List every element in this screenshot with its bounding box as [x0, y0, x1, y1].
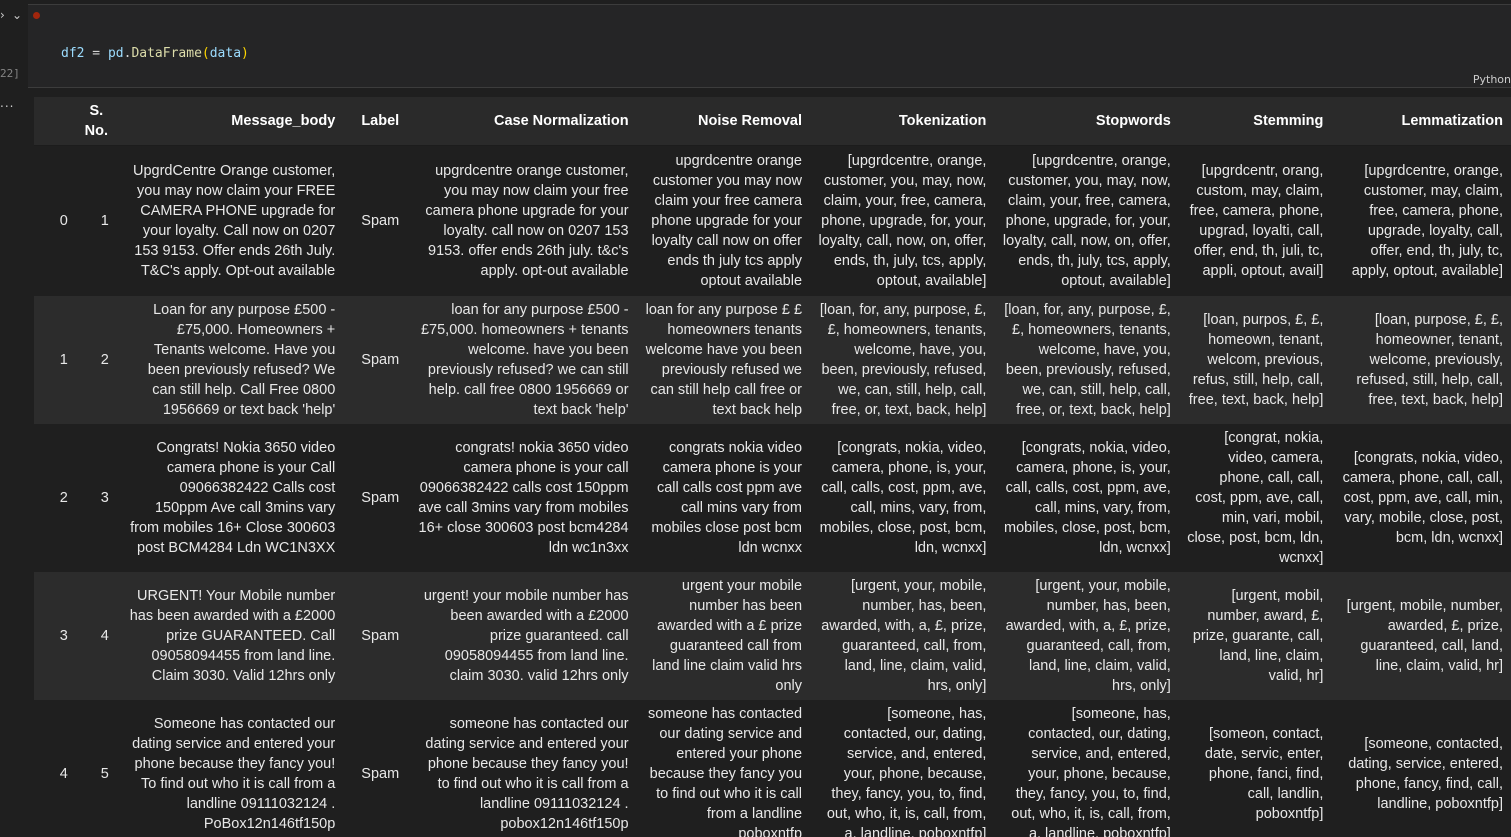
cell-label: Spam	[343, 145, 408, 296]
cell-message-body: Someone has contacted our dating service…	[116, 699, 344, 837]
cell-lemmatization: [loan, purpose, £, £, homeowner, tenant,…	[1331, 295, 1511, 424]
cell-label: Spam	[343, 571, 408, 700]
cell-stopwords: [upgrdcentre, orange, customer, you, may…	[994, 145, 1179, 296]
row-index: 1	[34, 295, 76, 424]
cell-tokenization: [loan, for, any, purpose, £, £, homeowne…	[810, 295, 995, 424]
cell-stopwords: [loan, for, any, purpose, £, £, homeowne…	[994, 295, 1179, 424]
cell-sno: 4	[75, 571, 117, 700]
cell-stemming: [congrat, nokia, video, camera, phone, c…	[1178, 423, 1332, 572]
code-line: df2 = pd.DataFrame(data)	[61, 46, 249, 61]
table-row: 1 2 Loan for any purpose £500 - £75,000.…	[34, 295, 1511, 424]
cell-case-normalization: someone has contacted our dating service…	[407, 699, 637, 837]
row-index: 0	[34, 145, 76, 296]
cell-label: Spam	[343, 699, 408, 837]
execution-count: 22]	[0, 67, 20, 80]
header-noise-removal: Noise Removal	[636, 97, 811, 146]
table-row: 0 1 UpgrdCentre Orange customer, you may…	[34, 145, 1511, 296]
breakpoint-icon[interactable]	[33, 12, 40, 19]
cell-case-normalization: urgent! your mobile number has been awar…	[407, 571, 637, 700]
code-cell-editor[interactable]: df2 = pd.DataFrame(data) pd.set_option('…	[28, 4, 1511, 178]
cell-tokenization: [upgrdcentre, orange, customer, you, may…	[810, 145, 995, 296]
cell-tokenization: [congrats, nokia, video, camera, phone, …	[810, 423, 995, 572]
header-stemming: Stemming	[1178, 97, 1332, 146]
output-more-icon[interactable]: ...	[0, 96, 14, 110]
table-row: 4 5 Someone has contacted our dating ser…	[34, 699, 1511, 837]
cell-case-normalization: loan for any purpose £500 - £75,000. hom…	[407, 295, 637, 424]
cell-sno: 1	[75, 145, 117, 296]
cell-stemming: [someon, contact, date, servic, enter, p…	[1178, 699, 1332, 837]
cell-message-body: URGENT! Your Mobile number has been awar…	[116, 571, 344, 700]
cell-sno: 5	[75, 699, 117, 837]
header-label: Label	[343, 97, 408, 146]
cell-sno: 3	[75, 423, 117, 572]
cell-run-controls[interactable]: › ⌄	[0, 8, 28, 24]
chevron-down-icon[interactable]: ⌄	[12, 8, 22, 22]
cell-message-body: Loan for any purpose £500 - £75,000. Hom…	[116, 295, 344, 424]
cell-case-normalization: congrats! nokia 3650 video camera phone …	[407, 423, 637, 572]
dataframe-table: S. No. Message_body Label Case Normaliza…	[34, 97, 1511, 837]
header-lemmatization: Lemmatization	[1331, 97, 1511, 146]
cell-tokenization: [someone, has, contacted, our, dating, s…	[810, 699, 995, 837]
header-index	[34, 97, 76, 146]
cell-tokenization: [urgent, your, mobile, number, has, been…	[810, 571, 995, 700]
cell-lemmatization: [congrats, nokia, video, camera, phone, …	[1331, 423, 1511, 572]
table-header-row: S. No. Message_body Label Case Normaliza…	[34, 97, 1511, 146]
row-index: 4	[34, 699, 76, 837]
cell-stemming: [loan, purpos, £, £, homeown, tenant, we…	[1178, 295, 1332, 424]
row-index: 3	[34, 571, 76, 700]
notebook-view: › ⌄ 22] ... df2 = pd.DataFrame(data) pd.…	[0, 0, 1511, 837]
cell-noise-removal: urgent your mobile number has been award…	[636, 571, 811, 700]
header-case-normalization: Case Normalization	[407, 97, 637, 146]
cell-stemming: [upgrdcentr, orang, custom, may, claim, …	[1178, 145, 1332, 296]
cell-language-label[interactable]: Python	[1473, 73, 1511, 86]
cell-message-body: UpgrdCentre Orange customer, you may now…	[116, 145, 344, 296]
cell-lemmatization: [urgent, mobile, number, awarded, £, pri…	[1331, 571, 1511, 700]
cell-noise-removal: someone has contacted our dating service…	[636, 699, 811, 837]
cell-stopwords: [someone, has, contacted, our, dating, s…	[994, 699, 1179, 837]
cell-sno: 2	[75, 295, 117, 424]
cell-noise-removal: congrats nokia video camera phone is you…	[636, 423, 811, 572]
chevron-right-icon[interactable]: ›	[0, 8, 5, 22]
header-sno: S. No.	[75, 97, 117, 146]
cell-stopwords: [urgent, your, mobile, number, has, been…	[994, 571, 1179, 700]
cell-message-body: Congrats! Nokia 3650 video camera phone …	[116, 423, 344, 572]
cell-label: Spam	[343, 295, 408, 424]
header-tokenization: Tokenization	[810, 97, 995, 146]
cell-case-normalization: upgrdcentre orange customer, you may now…	[407, 145, 637, 296]
cell-stemming: [urgent, mobil, number, award, £, prize,…	[1178, 571, 1332, 700]
table-row: 2 3 Congrats! Nokia 3650 video camera ph…	[34, 423, 1511, 572]
table-row: 3 4 URGENT! Your Mobile number has been …	[34, 571, 1511, 700]
cell-noise-removal: loan for any purpose £ £ homeowners tena…	[636, 295, 811, 424]
header-stopwords: Stopwords	[994, 97, 1179, 146]
cell-output: S. No. Message_body Label Case Normaliza…	[34, 97, 1511, 837]
cell-lemmatization: [upgrdcentre, orange, customer, may, cla…	[1331, 145, 1511, 296]
cell-lemmatization: [someone, contacted, dating, service, en…	[1331, 699, 1511, 837]
header-message-body: Message_body	[116, 97, 344, 146]
row-index: 2	[34, 423, 76, 572]
cell-noise-removal: upgrdcentre orange customer you may now …	[636, 145, 811, 296]
cell-stopwords: [congrats, nokia, video, camera, phone, …	[994, 423, 1179, 572]
cell-label: Spam	[343, 423, 408, 572]
